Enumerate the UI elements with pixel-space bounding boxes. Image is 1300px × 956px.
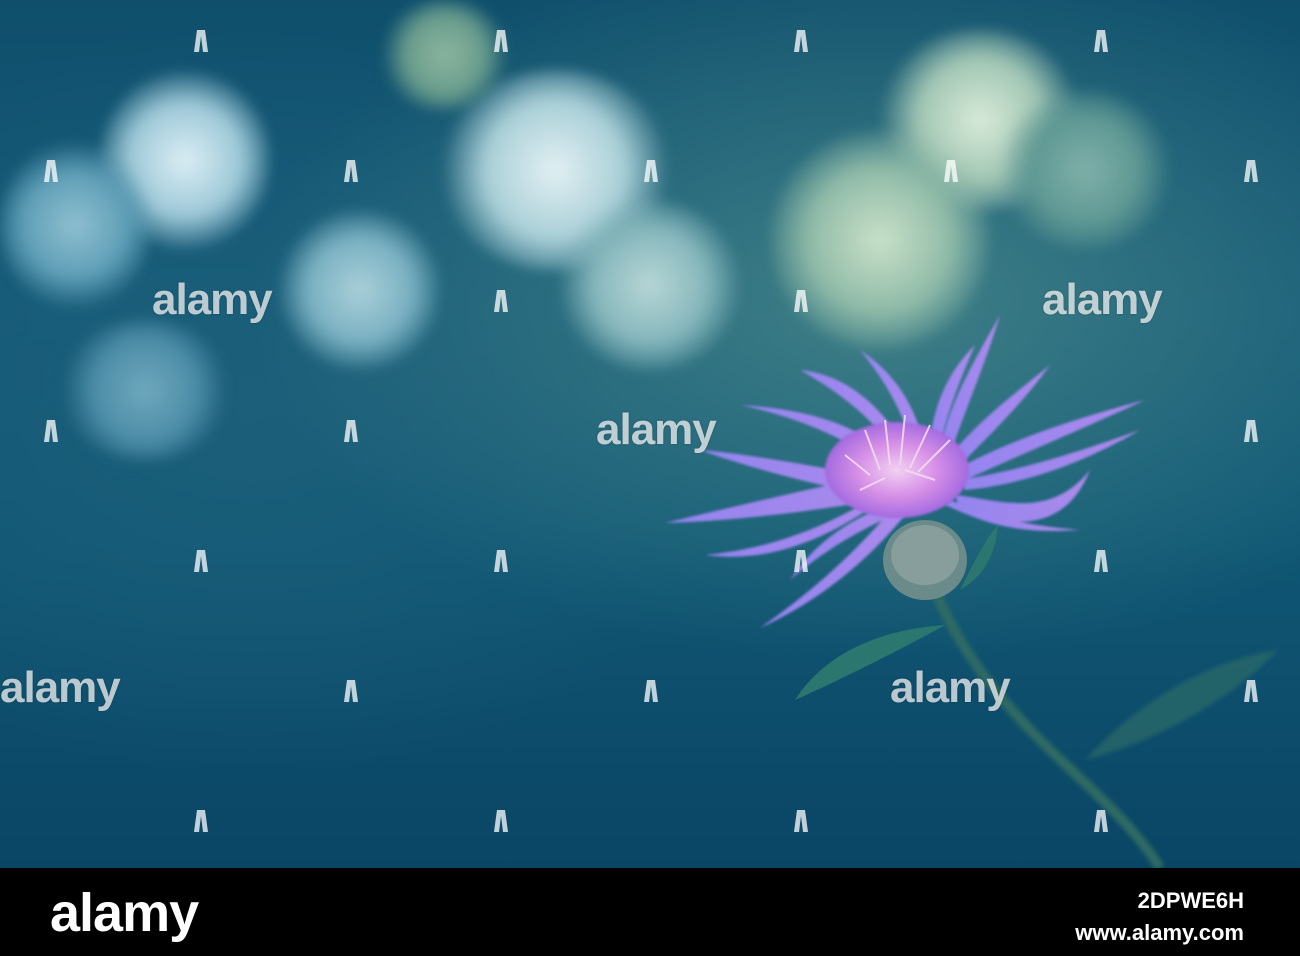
watermark-mark-icon [1094, 30, 1108, 52]
watermark-mark-icon [494, 290, 508, 312]
watermark-mark-icon [344, 160, 358, 182]
watermark-mark-icon [794, 550, 808, 572]
image-id: 2DPWE6H [1137, 888, 1244, 913]
watermark-mark-icon [1244, 680, 1258, 702]
watermark-mark-icon [644, 680, 658, 702]
watermark-text: alamy [596, 405, 717, 454]
footer-bar: alamy 2DPWE6H www.alamy.com [0, 868, 1300, 956]
watermark-mark-icon [644, 160, 658, 182]
watermark-mark-icon [944, 160, 958, 182]
watermark-mark-icon [44, 420, 58, 442]
watermark-mark-icon [344, 420, 358, 442]
watermark-mark-icon [1244, 160, 1258, 182]
stock-photo-page: alamy alamy alamy alamy alamy alamy 2DPW… [0, 0, 1300, 956]
watermark-text: alamy [890, 663, 1011, 712]
watermark-mark-icon [494, 550, 508, 572]
leaf [1085, 650, 1278, 760]
flower-center [825, 422, 969, 518]
watermark-mark-icon [194, 810, 208, 832]
watermark-mark-icon [1094, 550, 1108, 572]
watermark-mark-icon [1244, 420, 1258, 442]
alamy-logo: alamy [50, 883, 199, 943]
image-info: 2DPWE6H www.alamy.com [1075, 888, 1244, 946]
cornflower-photo: alamy alamy alamy alamy alamy [0, 0, 1300, 868]
watermark-mark-icon [1094, 810, 1108, 832]
watermark-mark-icon [794, 30, 808, 52]
watermark-mark-icon [794, 810, 808, 832]
watermark-mark-icon [494, 30, 508, 52]
site-url: www.alamy.com [1075, 920, 1244, 945]
watermark-mark-icon [194, 550, 208, 572]
watermark-mark-icon [194, 30, 208, 52]
watermark-mark-icon [494, 810, 508, 832]
watermark-text: alamy [152, 275, 273, 324]
watermark-text: alamy [1042, 275, 1163, 324]
watermark-mark-icon [44, 160, 58, 182]
watermark-mark-icon [344, 680, 358, 702]
watermark-text: alamy [0, 663, 121, 712]
watermark-mark-icon [794, 290, 808, 312]
